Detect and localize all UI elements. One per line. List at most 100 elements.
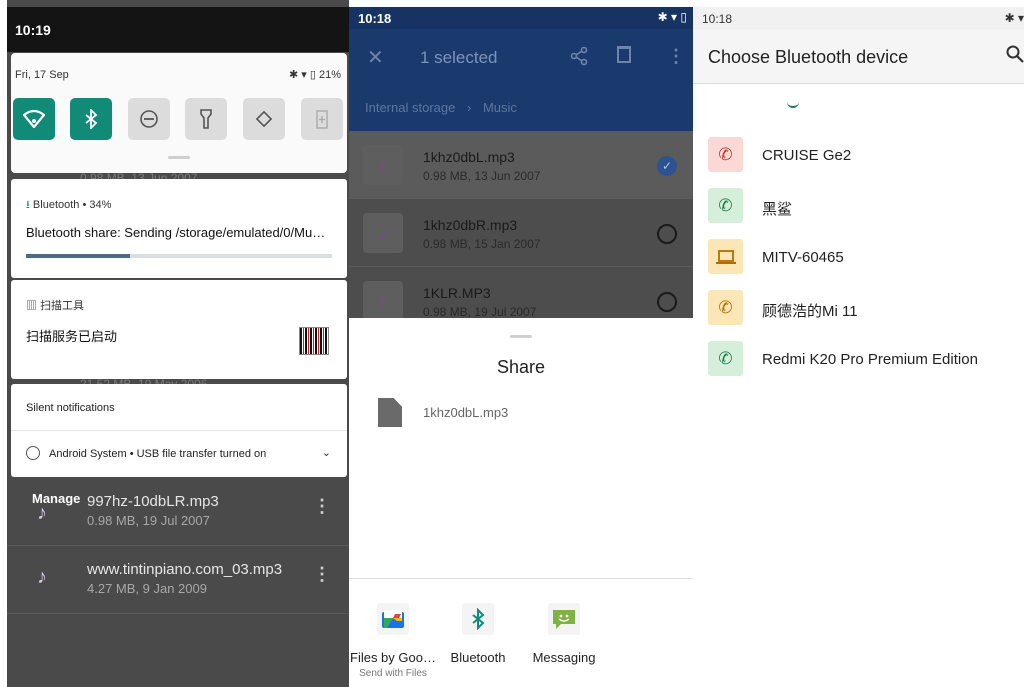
file-name: 1KLR.MP3	[423, 285, 491, 301]
usb-notification-text[interactable]: Android System • USB file transfer turne…	[49, 448, 266, 460]
share-icon[interactable]	[569, 46, 589, 71]
bluetooth-icon: ✱	[1004, 11, 1015, 25]
music-note-icon: ♪	[363, 281, 403, 321]
do-not-disturb-tile[interactable]	[128, 98, 170, 140]
file-name: 1khz0dbR.mp3	[423, 217, 518, 233]
device-name: CRUISE Ge2	[762, 147, 852, 164]
status-bar	[349, 7, 693, 29]
list-item[interactable]: ♪ www.tintinpiano.com_03.mp3 4.27 MB, 9 …	[7, 546, 349, 614]
device-name: 顾德浩的Mi 11	[762, 303, 858, 320]
wifi-icon: ▾	[301, 69, 307, 81]
table-row[interactable]: ♪ 1khz0dbL.mp3 0.98 MB, 13 Jun 2007 ✓	[349, 131, 693, 199]
phone-icon: ✆	[708, 341, 743, 376]
file-meta: 4.27 MB, 9 Jan 2009	[87, 581, 207, 596]
status-icons: ✱ ▾ ▯ 21%	[289, 68, 341, 81]
file-name: 997hz-10dbLR.mp3	[87, 493, 219, 510]
bluetooth-icon	[462, 603, 494, 635]
scanning-spinner-icon	[787, 96, 799, 108]
more-options-icon[interactable]: ⋮	[667, 46, 685, 67]
android-system-icon	[26, 446, 40, 460]
file-icon	[378, 398, 402, 427]
battery-saver-tile[interactable]	[301, 98, 343, 140]
file-meta: 0.98 MB, 19 Jul 2007	[87, 513, 210, 528]
status-time: 10:19	[15, 22, 51, 38]
list-item[interactable]: ✆ 顾德浩的Mi 11	[708, 290, 1024, 326]
file-name: www.tintinpiano.com_03.mp3	[87, 561, 283, 578]
bluetooth-icon	[85, 109, 98, 129]
delete-icon[interactable]	[617, 46, 631, 63]
barcode-icon	[299, 327, 329, 355]
music-note-icon: ♪	[363, 213, 403, 253]
progress-fill	[26, 254, 131, 258]
bluetooth-tile[interactable]	[70, 98, 112, 140]
drag-handle[interactable]	[510, 335, 532, 338]
list-item[interactable]: ✆ Redmi K20 Pro Premium Edition	[708, 341, 1024, 377]
selection-app-bar	[349, 29, 693, 131]
status-icons: ✱ ▾ ▯	[658, 10, 687, 24]
share-target-label: Files by Google	[350, 650, 436, 665]
share-title: Share	[496, 357, 546, 377]
list-item[interactable]: ✆ CRUISE Ge2	[708, 137, 1024, 173]
divider	[349, 578, 693, 579]
battery-icon: ▯	[309, 69, 316, 81]
status-bar	[693, 7, 1024, 30]
share-target-label: Bluetooth	[450, 650, 506, 665]
date: Fri, 17 Sep	[15, 69, 69, 81]
file-meta: 0.98 MB, 15 Jan 2007	[423, 237, 541, 251]
file-meta: 0.98 MB, 19 Jul 2007	[423, 305, 537, 319]
file-list: ♪ 1khz0dbL.mp3 0.98 MB, 13 Jun 2007 ✓ ♪ …	[349, 131, 693, 335]
breadcrumb-root[interactable]: Internal storage	[365, 100, 455, 115]
share-sheet: Share 1khz0dbL.mp3 Files by Google Send …	[349, 318, 693, 687]
manage-button[interactable]: Manage	[32, 491, 80, 506]
more-options-icon[interactable]: ⋮	[313, 564, 331, 585]
checked-icon[interactable]: ✓	[657, 156, 677, 176]
do-not-disturb-icon	[140, 110, 158, 128]
flashlight-icon	[200, 109, 212, 129]
table-row[interactable]: ♪ 1khz0dbR.mp3 0.98 MB, 15 Jan 2007	[349, 199, 693, 267]
drag-handle[interactable]	[168, 156, 190, 159]
unchecked-icon[interactable]	[657, 292, 677, 312]
files-icon	[377, 603, 409, 635]
list-item[interactable]: MITV-60465	[708, 239, 1024, 275]
more-options-icon[interactable]: ⋮	[313, 496, 331, 517]
auto-rotate-icon	[255, 110, 273, 128]
music-note-icon: ♪	[363, 145, 403, 185]
status-time: 10:18	[358, 11, 392, 26]
notification-text: 扫描服务已启动	[26, 329, 118, 344]
share-target-label: Messaging	[532, 650, 596, 665]
wifi-tile[interactable]	[13, 98, 55, 140]
app-bar: Choose Bluetooth device	[693, 30, 1024, 84]
silent-notifications-card: Silent notifications Android System • US…	[11, 384, 347, 477]
scanner-notification[interactable]: ▥ 扫描工具 扫描服务已启动	[11, 280, 347, 379]
phone-icon: ✆	[708, 137, 743, 172]
upload-icon: ⭳	[26, 199, 30, 211]
status-time: 10:18	[702, 12, 733, 26]
list-item[interactable]: ✆ 黑鲨	[708, 188, 1024, 224]
device-name: 黑鲨	[762, 201, 793, 218]
auto-rotate-tile[interactable]	[243, 98, 285, 140]
device-name: MITV-60465	[762, 249, 844, 266]
list-item[interactable]: ♪ 997hz-10dbLR.mp3 0.98 MB, 19 Jul 2007 …	[7, 478, 349, 546]
unchecked-icon[interactable]	[657, 224, 677, 244]
close-icon[interactable]: ✕	[367, 45, 384, 70]
share-target-sublabel: Send with Files	[359, 668, 427, 679]
flashlight-tile[interactable]	[185, 98, 227, 140]
search-icon[interactable]	[1006, 45, 1024, 68]
phone-icon: ✆	[708, 188, 743, 223]
chevron-down-icon[interactable]: ⌄	[322, 446, 331, 459]
file-name: 1khz0dbL.mp3	[423, 149, 515, 165]
page-title: Choose Bluetooth device	[708, 47, 909, 67]
bluetooth-share-notification[interactable]: ⭳ Bluetooth • 34% Bluetooth share: Sendi…	[11, 179, 347, 278]
shared-file-name: 1khz0dbL.mp3	[423, 405, 509, 420]
wifi-icon: ▾	[1017, 11, 1024, 25]
phone-icon: ✆	[708, 290, 743, 325]
notification-shade-panel: 10:19 0.98 MB, 13 Jun 2007 21.52 MB, 19 …	[0, 0, 349, 687]
bluetooth-icon: ✱	[657, 10, 668, 24]
messaging-icon	[548, 603, 580, 635]
breadcrumb-folder[interactable]: Music	[483, 100, 517, 115]
file-meta: 0.98 MB, 13 Jun 2007	[423, 169, 541, 183]
battery-percent: 21%	[318, 69, 341, 81]
selection-count: 1 selected	[420, 48, 498, 67]
laptop-icon	[708, 239, 743, 274]
silent-notifications-header: Silent notifications	[26, 402, 115, 414]
